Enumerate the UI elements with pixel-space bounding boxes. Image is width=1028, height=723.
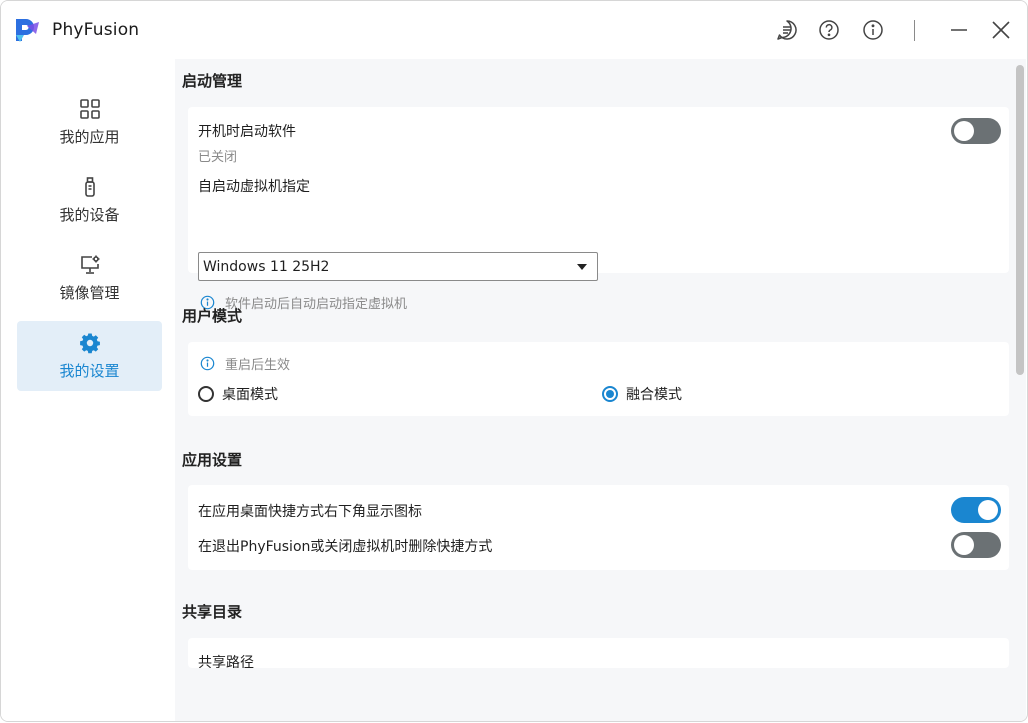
sidebar-item-label: 我的设置: [59, 361, 120, 380]
sidebar-item-my-apps[interactable]: 我的应用: [17, 87, 162, 157]
sidebar-item-image-management[interactable]: 镜像管理: [17, 243, 162, 313]
user-mode-hint: 重启后生效: [200, 354, 290, 373]
section-title-user-mode: 用户模式: [182, 307, 243, 325]
toggle-knob: [954, 535, 974, 555]
app-name: PhyFusion: [52, 20, 140, 40]
user-mode-card: 重启后生效 桌面模式 融合模式: [188, 342, 1009, 416]
minimize-button[interactable]: [947, 18, 971, 42]
section-title-app-settings: 应用设置: [182, 451, 243, 469]
sidebar-item-label: 我的设备: [59, 205, 120, 224]
gear-icon: [79, 333, 100, 353]
grid-icon: [79, 98, 100, 119]
radio-circle: [198, 386, 214, 402]
autostart-vm-label: 自启动虚拟机指定: [198, 179, 310, 195]
close-button[interactable]: [989, 18, 1013, 42]
app-window: PhyFusion 我的应用 我的设备 镜像管理 我的设置 启动管理 开机时启动…: [0, 0, 1028, 722]
user-mode-hint-text: 重启后生效: [225, 358, 291, 373]
usb-device-icon: [84, 176, 95, 197]
shared-dir-card: 共享路径: [188, 638, 1009, 668]
show-shortcut-icon-toggle[interactable]: [951, 497, 1001, 523]
autostart-vm-selected: Windows 11 25H2: [203, 258, 330, 275]
section-title-startup: 启动管理: [182, 72, 243, 90]
dropdown-arrow-icon: [577, 264, 587, 270]
monitor-gear-icon: [80, 255, 99, 274]
radio-label: 桌面模式: [222, 387, 278, 403]
info-circle-icon: [200, 356, 215, 371]
help-button[interactable]: [817, 18, 841, 42]
scrollbar-thumb[interactable]: [1016, 65, 1024, 375]
sidebar-nav: 我的应用 我的设备 镜像管理 我的设置: [17, 87, 162, 399]
toggle-knob: [978, 500, 998, 520]
sidebar: PhyFusion 我的应用 我的设备 镜像管理 我的设置: [1, 1, 177, 721]
delete-shortcut-label: 在退出PhyFusion或关闭虚拟机时删除快捷方式: [198, 539, 493, 555]
toggle-knob: [954, 121, 974, 141]
radio-label: 融合模式: [626, 387, 682, 403]
autostart-label: 开机时启动软件: [198, 124, 296, 140]
settings-content: 启动管理 开机时启动软件 已关闭 自启动虚拟机指定 Windows 11 25H…: [175, 59, 1015, 721]
radio-desktop-mode[interactable]: 桌面模式: [198, 384, 278, 404]
autostart-vm-select[interactable]: Windows 11 25H2: [198, 252, 598, 281]
title-bar-divider: [914, 20, 915, 41]
info-circle-icon: [863, 20, 883, 40]
radio-circle: [602, 386, 618, 402]
autostart-toggle[interactable]: [951, 118, 1001, 144]
feedback-button[interactable]: [775, 18, 799, 42]
radio-fusion-mode[interactable]: 融合模式: [602, 384, 682, 404]
section-title-shared-dir: 共享目录: [182, 603, 243, 621]
phyfusion-logo-icon: [16, 19, 39, 42]
startup-card: 开机时启动软件 已关闭 自启动虚拟机指定 Windows 11 25H2 软件启…: [188, 107, 1009, 312]
app-settings-card: 在应用桌面快捷方式右下角显示图标 在退出PhyFusion或关闭虚拟机时删除快捷…: [188, 485, 1009, 570]
sidebar-item-label: 我的应用: [59, 127, 120, 146]
delete-shortcut-toggle[interactable]: [951, 532, 1001, 558]
brand: PhyFusion: [13, 15, 139, 45]
title-bar: [177, 1, 1027, 59]
close-icon: [992, 21, 1010, 39]
show-shortcut-icon-label: 在应用桌面快捷方式右下角显示图标: [198, 504, 422, 520]
chat-lines-icon: [777, 20, 797, 40]
sidebar-item-my-settings[interactable]: 我的设置: [17, 321, 162, 391]
question-circle-icon: [819, 20, 839, 40]
shared-path-label: 共享路径: [198, 655, 254, 668]
about-button[interactable]: [861, 18, 885, 42]
sidebar-item-my-devices[interactable]: 我的设备: [17, 165, 162, 235]
minimize-icon: [951, 29, 967, 31]
autostart-status: 已关闭: [198, 150, 238, 165]
sidebar-item-label: 镜像管理: [59, 283, 120, 302]
autostart-vm-hint-text: 软件启动后自动启动指定虚拟机: [225, 297, 408, 312]
